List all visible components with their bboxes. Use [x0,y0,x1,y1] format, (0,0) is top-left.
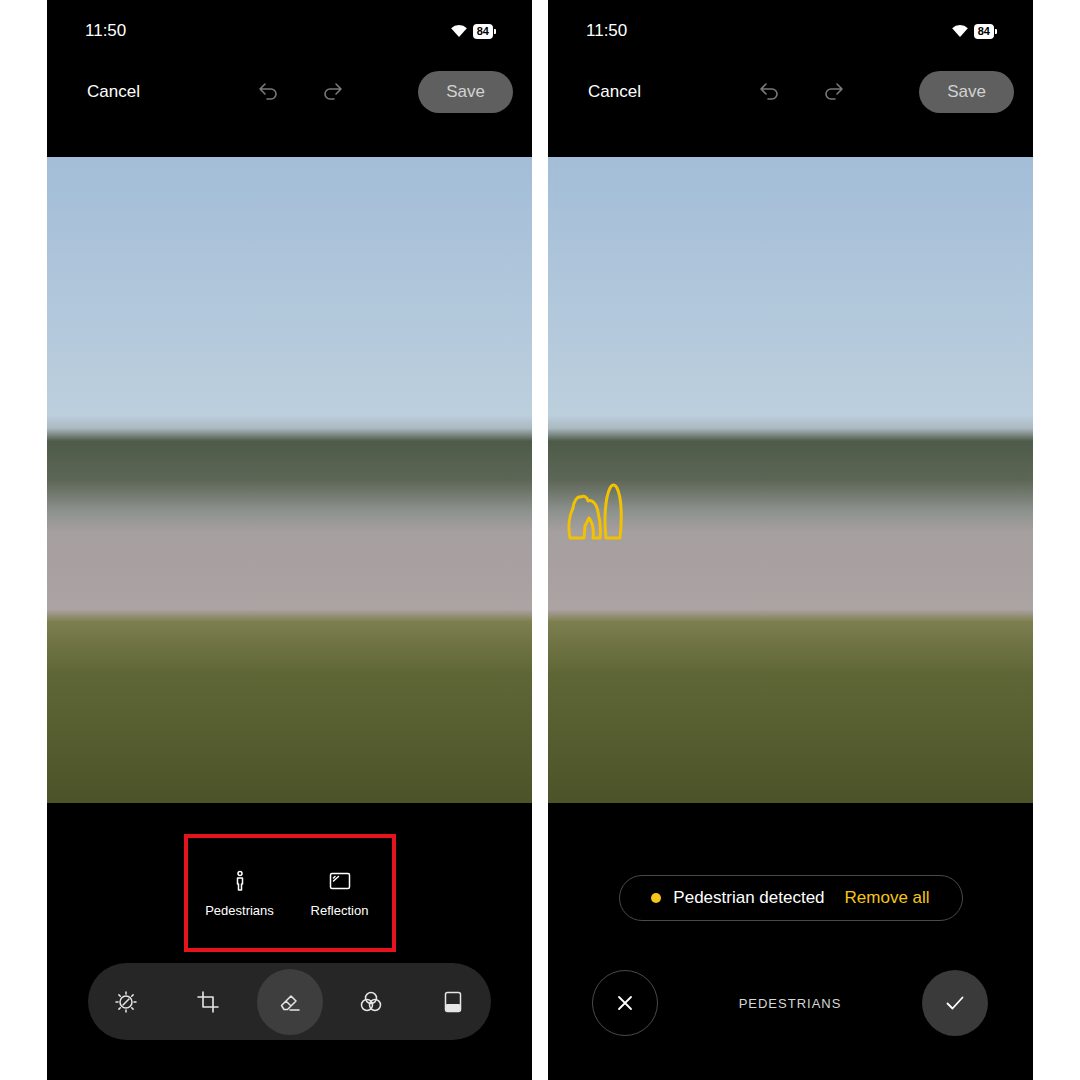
filters-icon [359,990,383,1014]
toolbar-button[interactable] [175,969,241,1035]
photo [47,157,532,803]
tool-option[interactable]: Pedestrians [190,869,290,918]
eraser-icon [278,990,302,1014]
phone-screen: 11:50 84 Cancel Save Pedestrian detected Remo… [548,0,1033,1080]
confirm-button[interactable] [922,970,988,1036]
pedestrian-highlight[interactable] [602,482,624,540]
tool-option[interactable]: Reflection [290,869,390,918]
frame-icon [441,990,465,1014]
crop-icon [196,990,220,1014]
detection-status: Pedestrian detected [673,888,824,908]
photo [548,157,1033,803]
page: 11:5084CancelSavePedestriansReflection11… [0,0,1080,1080]
tool-option-label: Pedestrians [205,903,274,918]
redo-icon[interactable] [822,80,846,104]
tool-options: Pedestrians Reflection [184,834,396,952]
adjust-icon [114,990,138,1014]
reflection-icon [328,869,352,893]
check-icon [943,991,967,1015]
history-controls [256,80,345,104]
battery-indicator: 84 [473,24,493,39]
toolbar-button[interactable] [338,969,404,1035]
tool-option-label: Reflection [311,903,369,918]
mode-label: PEDESTRIANS [739,996,842,1011]
detection-dot [651,893,661,903]
redo-icon[interactable] [321,80,345,104]
battery-indicator: 84 [974,24,994,39]
status-time: 11:50 [85,21,126,41]
close-icon [613,991,637,1015]
undo-icon[interactable] [256,80,280,104]
pedestrian-highlight[interactable] [567,486,603,540]
pedestrian-icon [228,869,252,893]
cancel-button[interactable]: Cancel [588,82,641,102]
top-bar: Cancel Save [548,62,1033,122]
status-icons: 84 [951,22,997,40]
phone-screen: 11:50 84 Cancel Save Pedestrians Reflection [47,0,532,1080]
status-bar: 11:50 84 [548,0,1033,62]
wifi-icon [951,22,969,40]
top-bar: Cancel Save [47,62,532,122]
battery-nub [995,29,997,34]
status-icons: 84 [450,22,496,40]
bottom-panel: Pedestrians Reflection [47,803,532,1080]
toolbar-button[interactable] [93,969,159,1035]
bottom-panel: Pedestrian detected Remove all PEDESTRIANS [548,803,1033,1080]
toolbar [88,963,491,1040]
action-row: PEDESTRIANS [548,970,1033,1036]
detection-banner: Pedestrian detected Remove all [619,875,963,921]
cancel-button[interactable]: Cancel [87,82,140,102]
toolbar-button[interactable] [420,969,486,1035]
undo-icon[interactable] [757,80,781,104]
battery-nub [494,29,496,34]
discard-button[interactable] [592,970,658,1036]
toolbar-button[interactable] [257,969,323,1035]
history-controls [757,80,846,104]
status-bar: 11:50 84 [47,0,532,62]
status-time: 11:50 [586,21,627,41]
remove-all-button[interactable]: Remove all [845,888,930,908]
save-button[interactable]: Save [418,71,513,113]
wifi-icon [450,22,468,40]
save-button[interactable]: Save [919,71,1014,113]
